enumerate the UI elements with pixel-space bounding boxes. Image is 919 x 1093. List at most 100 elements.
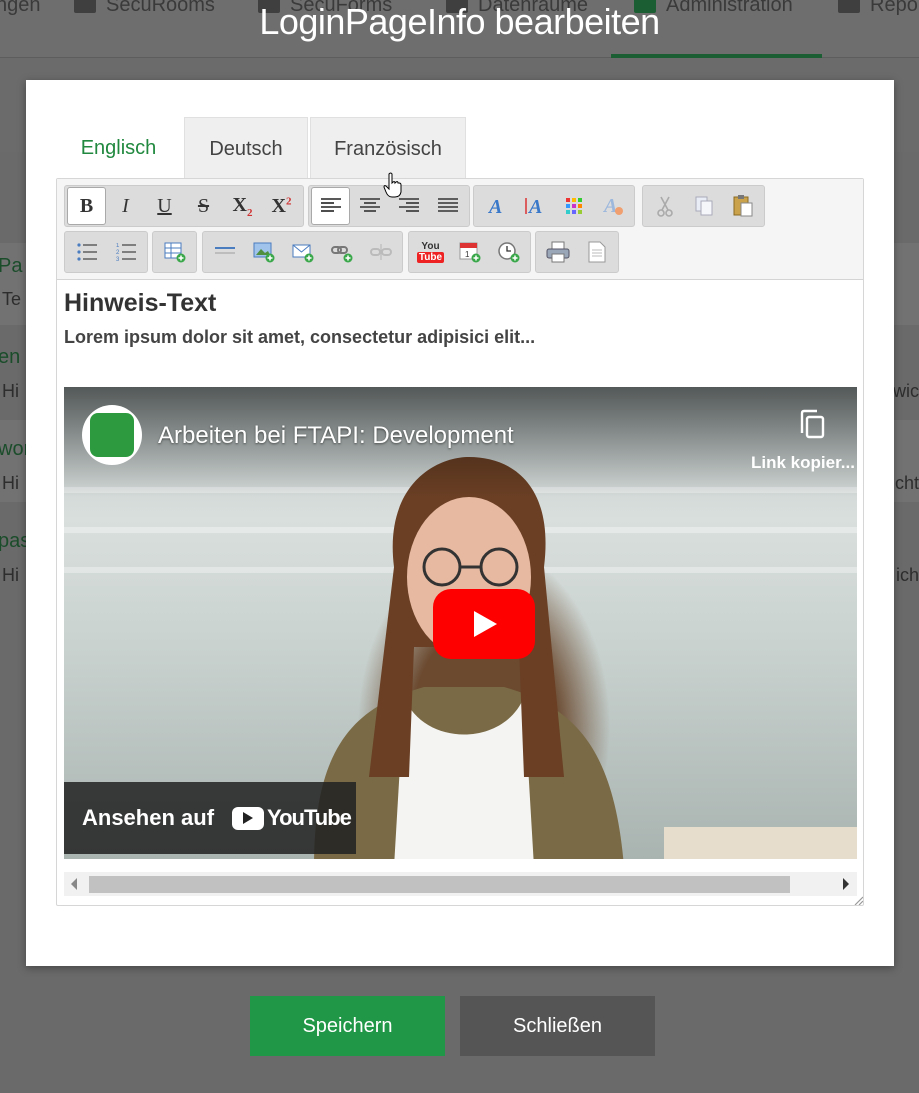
tab-deutsch[interactable]: Deutsch	[184, 117, 308, 179]
editor-content[interactable]: Hinweis-Text Lorem ipsum dolor sit amet,…	[64, 287, 857, 349]
align-justify-button[interactable]	[428, 187, 467, 225]
scrollbar-thumb[interactable]	[89, 876, 790, 893]
copy-link-label[interactable]: Link kopier...	[751, 453, 855, 473]
content-heading: Hinweis-Text	[64, 289, 217, 317]
horizontal-rule-button[interactable]	[205, 233, 244, 271]
print-button[interactable]	[538, 233, 577, 271]
insert-table-button[interactable]	[155, 233, 194, 271]
copy-icon	[695, 196, 712, 216]
strikethrough-button[interactable]: S	[184, 187, 223, 225]
superscript-button[interactable]: X2	[262, 187, 301, 225]
toolbar-group-style: A A A	[473, 185, 635, 227]
italic-button[interactable]: I	[106, 187, 145, 225]
insert-email-icon	[292, 244, 313, 263]
play-button[interactable]	[433, 589, 535, 659]
numbered-list-button[interactable]: 123	[106, 233, 145, 271]
copy-button[interactable]	[684, 187, 723, 225]
toolbar-group-lists: 123	[64, 231, 148, 273]
document-button[interactable]	[577, 233, 616, 271]
horizontal-scrollbar[interactable]	[64, 872, 857, 896]
toolbar-group-media: You Tube 1	[408, 231, 531, 273]
dialog-title: LoginPageInfo bearbeiten	[259, 1, 660, 42]
color-palette-button[interactable]	[554, 187, 593, 225]
svg-text:A: A	[602, 196, 617, 216]
insert-date-icon: 1	[459, 242, 480, 263]
watch-on-youtube-button[interactable]: Ansehen auf YouTube	[64, 782, 356, 854]
toolbar-group-print	[535, 231, 619, 273]
toolbar-group-clipboard	[642, 185, 765, 227]
toolbar-group-table	[152, 231, 197, 273]
video-title[interactable]: Arbeiten bei FTAPI: Development	[158, 422, 514, 450]
align-center-icon	[359, 198, 380, 212]
numbered-list-icon: 123	[116, 243, 136, 261]
document-icon	[588, 241, 605, 263]
svg-text:2: 2	[116, 250, 120, 256]
insert-date-button[interactable]: 1	[450, 233, 489, 271]
align-justify-icon	[437, 198, 458, 212]
font-size-button[interactable]: A	[515, 187, 554, 225]
align-left-icon	[320, 198, 341, 212]
bullet-list-icon	[76, 243, 97, 261]
insert-time-button[interactable]	[489, 233, 528, 271]
close-button[interactable]: Schließen	[460, 996, 655, 1056]
print-icon	[546, 241, 569, 263]
insert-table-icon	[164, 242, 185, 263]
underline-icon: U	[157, 194, 172, 217]
insert-email-button[interactable]	[283, 233, 322, 271]
channel-avatar[interactable]	[82, 405, 142, 465]
bold-icon: B	[79, 194, 94, 217]
color-palette-icon	[565, 198, 582, 214]
save-button[interactable]: Speichern	[250, 996, 445, 1056]
copy-link-icon[interactable]	[797, 409, 827, 441]
paste-button[interactable]	[723, 187, 762, 225]
bullet-list-button[interactable]	[67, 233, 106, 271]
content-text: Lorem ipsum dolor sit amet, consectetur …	[64, 327, 536, 347]
svg-text:A: A	[527, 196, 542, 216]
clear-format-button[interactable]: A	[593, 187, 632, 225]
italic-icon: I	[122, 194, 129, 217]
ftapi-logo-icon	[90, 413, 134, 457]
insert-link-icon	[330, 246, 352, 263]
watch-on-label: Ansehen auf	[82, 805, 215, 830]
tab-franzosisch[interactable]: Französisch	[310, 117, 466, 179]
bold-button[interactable]: B	[67, 187, 106, 225]
paste-icon	[733, 195, 752, 217]
cut-icon	[656, 196, 673, 217]
edit-dialog: Englisch Deutsch Französisch B I U S X2 …	[26, 80, 894, 966]
toolbar-group-insert	[202, 231, 403, 273]
youtube-icon: You Tube	[416, 241, 445, 263]
svg-text:A: A	[487, 196, 502, 216]
scroll-left-arrow-icon[interactable]	[71, 878, 77, 890]
youtube-button[interactable]: You Tube	[411, 233, 450, 271]
insert-image-button[interactable]	[244, 233, 283, 271]
tab-englisch[interactable]: Englisch	[56, 117, 181, 179]
unlink-icon	[369, 244, 392, 260]
superscript-icon: X2	[271, 194, 292, 217]
align-right-icon	[398, 198, 419, 212]
editor-toolbar: B I U S X2 X2 A A A 1 2 3 You Tube 1	[57, 179, 863, 280]
insert-image-icon	[253, 242, 274, 263]
unlink-button[interactable]	[361, 233, 400, 271]
play-icon	[474, 611, 497, 637]
hand-cursor-icon	[383, 172, 402, 198]
youtube-logo: YouTube	[232, 805, 352, 831]
font-size-icon: A	[524, 196, 542, 216]
cut-button[interactable]	[645, 187, 684, 225]
rich-text-editor: B I U S X2 X2 A A A 1 2 3 You Tube 1 Hin…	[56, 178, 864, 906]
subscript-icon: X2	[232, 193, 253, 219]
insert-link-button[interactable]	[322, 233, 361, 271]
svg-text:3: 3	[116, 257, 120, 261]
font-button[interactable]: A	[476, 187, 515, 225]
resize-grip-icon[interactable]	[853, 895, 863, 905]
clear-format-icon: A	[602, 196, 623, 216]
svg-text:1: 1	[116, 243, 120, 249]
subscript-button[interactable]: X2	[223, 187, 262, 225]
horizontal-rule-icon	[214, 247, 235, 254]
strikethrough-icon: S	[197, 194, 210, 217]
embedded-youtube-video[interactable]: Arbeiten bei FTAPI: Development Link kop…	[64, 387, 857, 859]
youtube-play-icon	[232, 806, 265, 830]
underline-button[interactable]: U	[145, 187, 184, 225]
scroll-right-arrow-icon[interactable]	[843, 878, 849, 890]
video-background-table	[664, 827, 857, 859]
align-left-button[interactable]	[311, 187, 350, 225]
